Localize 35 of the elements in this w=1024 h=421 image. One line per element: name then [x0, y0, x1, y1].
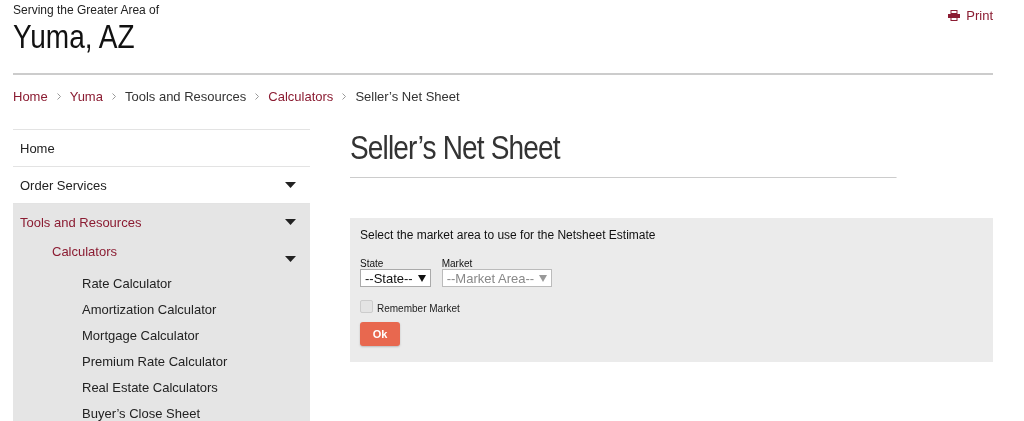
breadcrumb-link[interactable]: Yuma: [69, 89, 103, 104]
breadcrumb-link[interactable]: Home: [13, 89, 48, 104]
printer-icon: [948, 10, 961, 21]
chevron-icon: [111, 93, 116, 100]
tagline: Serving the Greater Area of: [13, 3, 160, 17]
select-field[interactable]: --State--: [360, 269, 431, 287]
sidebar-item[interactable]: Premium Rate Calculator: [82, 353, 228, 369]
caret-icon: [285, 182, 296, 188]
checkbox[interactable]: [360, 300, 373, 313]
page-title: Seller’s Net Sheet: [350, 129, 897, 178]
dropdown-arrow-icon: [417, 274, 426, 282]
chevron-icon: [56, 93, 61, 100]
caret-icon: [285, 219, 296, 225]
field-label: State: [360, 258, 385, 269]
breadcrumb-item: Tools and Resources: [124, 89, 247, 104]
field-label: Market: [441, 258, 474, 269]
sidebar-item[interactable]: Mortgage Calculator: [82, 327, 200, 343]
chevron-icon: [342, 93, 347, 100]
sidebar-item[interactable]: Home: [20, 140, 55, 156]
caret-icon: [285, 256, 296, 262]
sidebar-item[interactable]: Rate Calculator: [82, 275, 172, 291]
breadcrumb-link[interactable]: Calculators: [268, 89, 334, 104]
sidebar-item[interactable]: Buyer’s Close Sheet: [82, 405, 201, 421]
city-title: Yuma, AZ: [13, 17, 136, 57]
chevron-icon: [255, 93, 260, 100]
sidebar-item[interactable]: Order Services: [20, 177, 107, 193]
sidebar-item[interactable]: Tools and Resources: [20, 214, 142, 230]
dropdown-arrow-icon: [539, 274, 548, 282]
print-link[interactable]: Print: [948, 8, 993, 23]
breadcrumb-item: Seller’s Net Sheet: [355, 89, 460, 104]
checkbox-label: Remember Market: [377, 303, 460, 314]
sidebar-item[interactable]: Calculators: [52, 244, 118, 259]
sidebar-item[interactable]: Real Estate Calculators: [82, 379, 218, 395]
instruction-text: Select the market area to use for the Netsheet Estimate: [360, 228, 657, 242]
sidebar-item[interactable]: Amortization Calculator: [82, 301, 217, 317]
